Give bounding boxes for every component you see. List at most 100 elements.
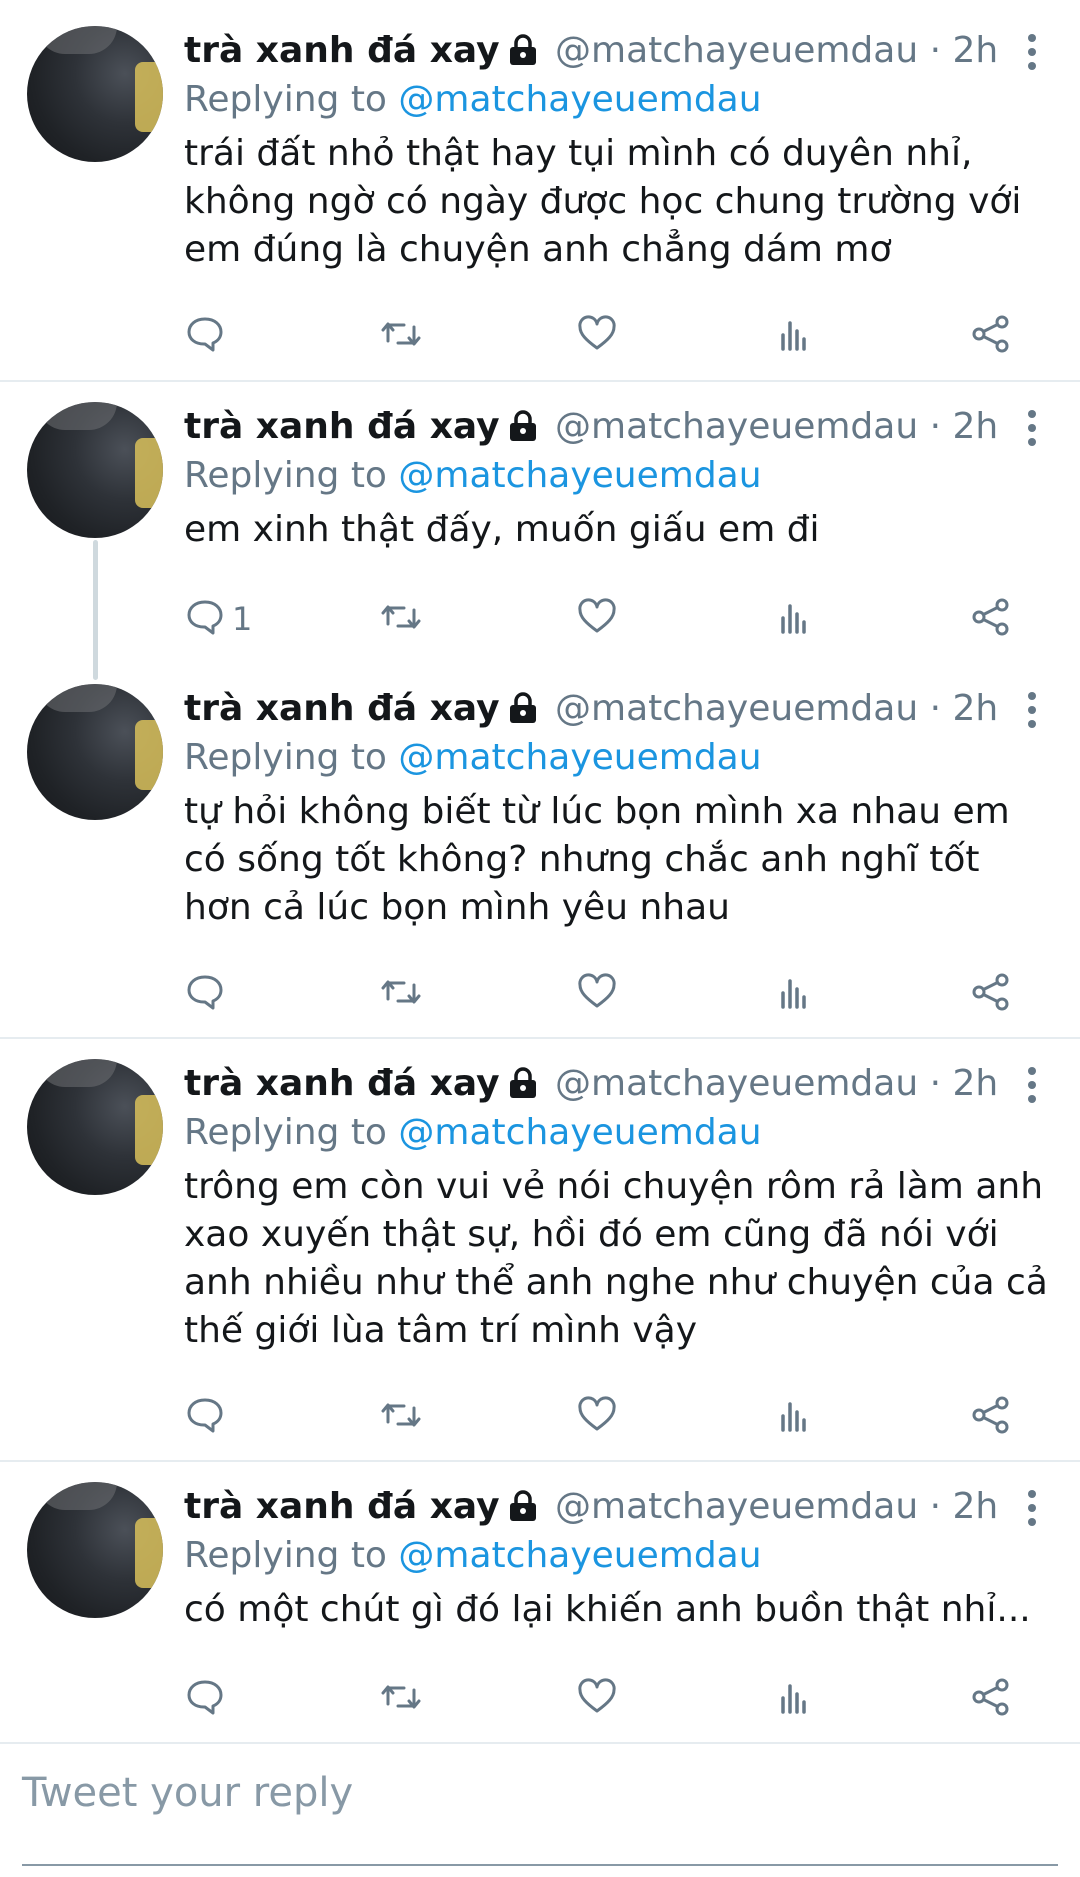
share-button[interactable] xyxy=(970,594,1012,644)
share-icon xyxy=(970,596,1012,642)
replying-to-mention[interactable]: @matchayeuemdau xyxy=(398,737,761,778)
reply-button[interactable]: 1 xyxy=(184,594,252,644)
author-name[interactable]: trà xanh đá xay xyxy=(184,406,500,447)
tweet-actions xyxy=(184,311,1024,361)
analytics-button[interactable] xyxy=(774,594,816,644)
tweet-actions xyxy=(184,1392,1024,1442)
replying-to-label: Replying to xyxy=(184,737,387,778)
analytics-icon xyxy=(774,596,816,642)
tweet-text-line: em xinh thật đấy, muốn giấu em đi xyxy=(184,509,820,550)
share-icon xyxy=(970,1394,1012,1440)
author-name[interactable]: trà xanh đá xay xyxy=(184,688,500,729)
reply-composer[interactable]: Tweet your reply xyxy=(0,1746,1080,1877)
tweet-text-line: trái đất nhỏ thật hay tụi mình có duyên … xyxy=(184,133,973,174)
like-icon xyxy=(576,971,618,1017)
like-button[interactable] xyxy=(576,969,618,1019)
reply-icon xyxy=(184,1394,226,1440)
reply-button[interactable] xyxy=(184,1674,232,1724)
author-handle[interactable]: @matchayeuemdau xyxy=(555,406,918,447)
tweet-actions: 1 xyxy=(184,594,1024,644)
timestamp[interactable]: 2h xyxy=(953,406,999,447)
share-button[interactable] xyxy=(970,969,1012,1019)
retweet-icon xyxy=(380,1394,422,1440)
author-name[interactable]: trà xanh đá xay xyxy=(184,1486,500,1527)
analytics-button[interactable] xyxy=(774,311,816,361)
like-icon xyxy=(576,1394,618,1440)
like-button[interactable] xyxy=(576,311,618,361)
tweet-text: tự hỏi không biết từ lúc bọn mình xa nha… xyxy=(184,788,1034,932)
reply-icon xyxy=(184,313,226,359)
tweet-text-line: hơn cả lúc bọn mình yêu nhau xyxy=(184,887,730,928)
more-icon[interactable] xyxy=(1026,1067,1038,1107)
timestamp[interactable]: 2h xyxy=(953,1486,999,1527)
more-icon[interactable] xyxy=(1026,34,1038,74)
retweet-button[interactable] xyxy=(380,969,422,1019)
thread-line xyxy=(93,540,98,680)
avatar[interactable] xyxy=(27,1059,163,1195)
replying-to-mention[interactable]: @matchayeuemdau xyxy=(398,1112,761,1153)
separator-dot: · xyxy=(929,30,942,71)
avatar[interactable] xyxy=(27,402,163,538)
more-icon[interactable] xyxy=(1026,692,1038,732)
retweet-button[interactable] xyxy=(380,1674,422,1724)
author-handle[interactable]: @matchayeuemdau xyxy=(555,1063,918,1104)
like-button[interactable] xyxy=(576,1392,618,1442)
like-icon xyxy=(576,1676,618,1722)
analytics-icon xyxy=(774,1676,816,1722)
author-handle[interactable]: @matchayeuemdau xyxy=(555,688,918,729)
like-icon xyxy=(576,313,618,359)
replying-to-label: Replying to xyxy=(184,1535,387,1576)
replying-to-label: Replying to xyxy=(184,1112,387,1153)
retweet-button[interactable] xyxy=(380,1392,422,1442)
share-icon xyxy=(970,971,1012,1017)
tweet-text: có một chút gì đó lại khiến anh buồn thậ… xyxy=(184,1586,1034,1634)
analytics-button[interactable] xyxy=(774,969,816,1019)
author-handle[interactable]: @matchayeuemdau xyxy=(555,30,918,71)
divider xyxy=(0,380,1080,382)
replying-to-line: Replying to @matchayeuemdau xyxy=(184,734,1034,782)
timestamp[interactable]: 2h xyxy=(953,1063,999,1104)
retweet-icon xyxy=(380,596,422,642)
share-button[interactable] xyxy=(970,1392,1012,1442)
lock-icon xyxy=(508,688,538,738)
analytics-button[interactable] xyxy=(774,1392,816,1442)
avatar[interactable] xyxy=(27,684,163,820)
separator-dot: · xyxy=(929,1063,942,1104)
like-button[interactable] xyxy=(576,594,618,644)
analytics-button[interactable] xyxy=(774,1674,816,1724)
author-name[interactable]: trà xanh đá xay xyxy=(184,30,500,71)
share-button[interactable] xyxy=(970,311,1012,361)
author-name[interactable]: trà xanh đá xay xyxy=(184,1063,500,1104)
like-button[interactable] xyxy=(576,1674,618,1724)
avatar[interactable] xyxy=(27,26,163,162)
more-icon[interactable] xyxy=(1026,410,1038,450)
timestamp[interactable]: 2h xyxy=(953,30,999,71)
analytics-icon xyxy=(774,971,816,1017)
retweet-icon xyxy=(380,1676,422,1722)
separator-dot: · xyxy=(929,406,942,447)
more-icon[interactable] xyxy=(1026,1490,1038,1530)
tweet-text-line: xao xuyến thật sự, hồi đó em cũng đã nói… xyxy=(184,1214,999,1255)
avatar[interactable] xyxy=(27,1482,163,1618)
reply-button[interactable] xyxy=(184,969,232,1019)
replying-to-mention[interactable]: @matchayeuemdau xyxy=(398,79,761,120)
tweet-actions xyxy=(184,969,1024,1019)
lock-icon xyxy=(508,1486,538,1536)
replying-to-mention[interactable]: @matchayeuemdau xyxy=(398,455,761,496)
replying-to-label: Replying to xyxy=(184,455,387,496)
reply-button[interactable] xyxy=(184,311,232,361)
lock-icon xyxy=(508,406,538,456)
retweet-button[interactable] xyxy=(380,594,422,644)
replying-to-mention[interactable]: @matchayeuemdau xyxy=(398,1535,761,1576)
reply-input[interactable]: Tweet your reply xyxy=(22,1770,353,1816)
lock-icon xyxy=(508,30,538,80)
share-button[interactable] xyxy=(970,1674,1012,1724)
author-handle[interactable]: @matchayeuemdau xyxy=(555,1486,918,1527)
tweet-text-line: thế giới lùa tâm trí mình vậy xyxy=(184,1310,698,1351)
reply-icon xyxy=(184,596,226,642)
tweet-text-line: anh nhiều như thể anh nghe như chuyện củ… xyxy=(184,1262,1048,1303)
reply-icon xyxy=(184,1676,226,1722)
reply-button[interactable] xyxy=(184,1392,232,1442)
timestamp[interactable]: 2h xyxy=(953,688,999,729)
retweet-button[interactable] xyxy=(380,311,422,361)
